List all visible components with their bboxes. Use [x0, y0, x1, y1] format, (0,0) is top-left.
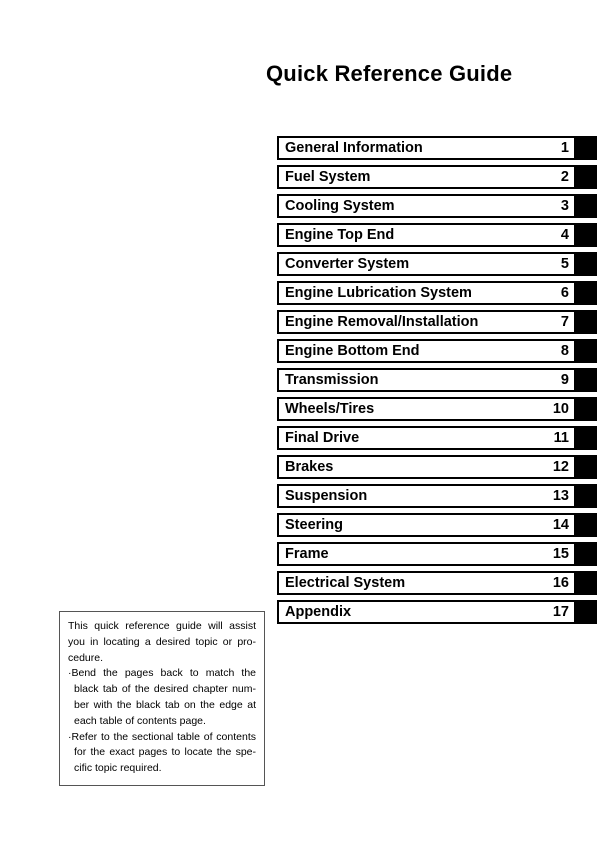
- chapter-black-tab: [576, 600, 597, 624]
- chapter-row[interactable]: Cooling System 3: [277, 194, 597, 218]
- chapter-label: Converter System: [285, 256, 410, 272]
- chapter-label: General Information: [285, 140, 423, 156]
- chapter-number: 7: [560, 314, 569, 330]
- note-bullet-item: ·Refer to the sectional table of content…: [68, 730, 256, 775]
- chapter-box[interactable]: General Information 1: [277, 136, 576, 160]
- chapter-black-tab: [576, 513, 597, 537]
- chapter-black-tab: [576, 339, 597, 363]
- chapter-label: Engine Lubrication System: [285, 285, 472, 301]
- chapter-box[interactable]: Appendix 17: [277, 600, 576, 624]
- chapter-box[interactable]: Wheels/Tires 10: [277, 397, 576, 421]
- chapter-box[interactable]: Fuel System 2: [277, 165, 576, 189]
- chapter-black-tab: [576, 368, 597, 392]
- chapter-row[interactable]: Electrical System 16: [277, 571, 597, 595]
- chapter-black-tab: [576, 165, 597, 189]
- chapter-box[interactable]: Engine Lubrication System 6: [277, 281, 576, 305]
- chapter-label: Final Drive: [285, 430, 360, 446]
- chapter-label: Wheels/Tires: [285, 401, 375, 417]
- chapter-black-tab: [576, 484, 597, 508]
- chapter-row[interactable]: Wheels/Tires 10: [277, 397, 597, 421]
- chapter-number: 5: [560, 256, 569, 272]
- chapter-number: 10: [552, 401, 569, 417]
- chapter-box[interactable]: Engine Bottom End 8: [277, 339, 576, 363]
- chapter-number: 14: [552, 517, 569, 533]
- chapter-black-tab: [576, 223, 597, 247]
- chapter-box[interactable]: Transmission 9: [277, 368, 576, 392]
- chapter-row[interactable]: Suspension 13: [277, 484, 597, 508]
- chapter-number: 15: [552, 546, 569, 562]
- chapter-box[interactable]: Converter System 5: [277, 252, 576, 276]
- chapter-number: 4: [560, 227, 569, 243]
- chapter-row[interactable]: Fuel System 2: [277, 165, 597, 189]
- chapter-black-tab: [576, 455, 597, 479]
- chapter-black-tab: [576, 542, 597, 566]
- chapter-label: Engine Bottom End: [285, 343, 420, 359]
- page-title: Quick Reference Guide: [266, 61, 513, 86]
- chapter-row[interactable]: Appendix 17: [277, 600, 597, 624]
- note-intro-text: This quick reference guide will assist y…: [68, 620, 256, 664]
- note-bullet-item: ·Bend the pages back to match the black …: [68, 667, 256, 727]
- chapter-row[interactable]: General Information 1: [277, 136, 597, 160]
- chapter-box[interactable]: Suspension 13: [277, 484, 576, 508]
- chapter-row[interactable]: Converter System 5: [277, 252, 597, 276]
- chapter-box[interactable]: Electrical System 16: [277, 571, 576, 595]
- chapter-row[interactable]: Engine Lubrication System 6: [277, 281, 597, 305]
- chapter-label: Brakes: [285, 459, 334, 475]
- chapter-label: Fuel System: [285, 169, 371, 185]
- chapter-row[interactable]: Engine Bottom End 8: [277, 339, 597, 363]
- chapter-box[interactable]: Steering 14: [277, 513, 576, 537]
- chapter-number: 8: [560, 343, 569, 359]
- chapter-black-tab: [576, 426, 597, 450]
- chapter-box[interactable]: Frame 15: [277, 542, 576, 566]
- chapter-number: 9: [560, 372, 569, 388]
- chapter-row[interactable]: Steering 14: [277, 513, 597, 537]
- chapter-index-table: General Information 1 Fuel System 2 Cooling …: [277, 136, 597, 629]
- note-box: This quick reference guide will assist y…: [59, 611, 265, 786]
- chapter-number: 16: [552, 575, 569, 591]
- chapter-row[interactable]: Engine Top End 4: [277, 223, 597, 247]
- chapter-box[interactable]: Final Drive 11: [277, 426, 576, 450]
- chapter-label: Steering: [285, 517, 344, 533]
- chapter-row[interactable]: Final Drive 11: [277, 426, 597, 450]
- chapter-black-tab: [576, 281, 597, 305]
- chapter-label: Appendix: [285, 604, 352, 620]
- chapter-black-tab: [576, 194, 597, 218]
- chapter-black-tab: [576, 571, 597, 595]
- chapter-number: 17: [552, 604, 569, 620]
- chapter-row[interactable]: Frame 15: [277, 542, 597, 566]
- chapter-label: Transmission: [285, 372, 379, 388]
- chapter-label: Electrical System: [285, 575, 406, 591]
- chapter-label: Frame: [285, 546, 329, 562]
- chapter-black-tab: [576, 310, 597, 334]
- chapter-box[interactable]: Engine Removal/Installation 7: [277, 310, 576, 334]
- chapter-box[interactable]: Engine Top End 4: [277, 223, 576, 247]
- chapter-label: Engine Top End: [285, 227, 395, 243]
- chapter-number: 11: [553, 430, 569, 446]
- chapter-number: 13: [552, 488, 569, 504]
- chapter-row[interactable]: Transmission 9: [277, 368, 597, 392]
- chapter-black-tab: [576, 136, 597, 160]
- chapter-number: 2: [560, 169, 569, 185]
- chapter-row[interactable]: Brakes 12: [277, 455, 597, 479]
- chapter-label: Engine Removal/Installation: [285, 314, 479, 330]
- chapter-label: Cooling System: [285, 198, 395, 214]
- chapter-black-tab: [576, 397, 597, 421]
- chapter-black-tab: [576, 252, 597, 276]
- chapter-number: 12: [552, 459, 569, 475]
- chapter-number: 6: [560, 285, 569, 301]
- chapter-row[interactable]: Engine Removal/Installation 7: [277, 310, 597, 334]
- chapter-box[interactable]: Cooling System 3: [277, 194, 576, 218]
- chapter-box[interactable]: Brakes 12: [277, 455, 576, 479]
- chapter-number: 1: [560, 140, 569, 156]
- chapter-label: Suspension: [285, 488, 368, 504]
- chapter-number: 3: [560, 198, 569, 214]
